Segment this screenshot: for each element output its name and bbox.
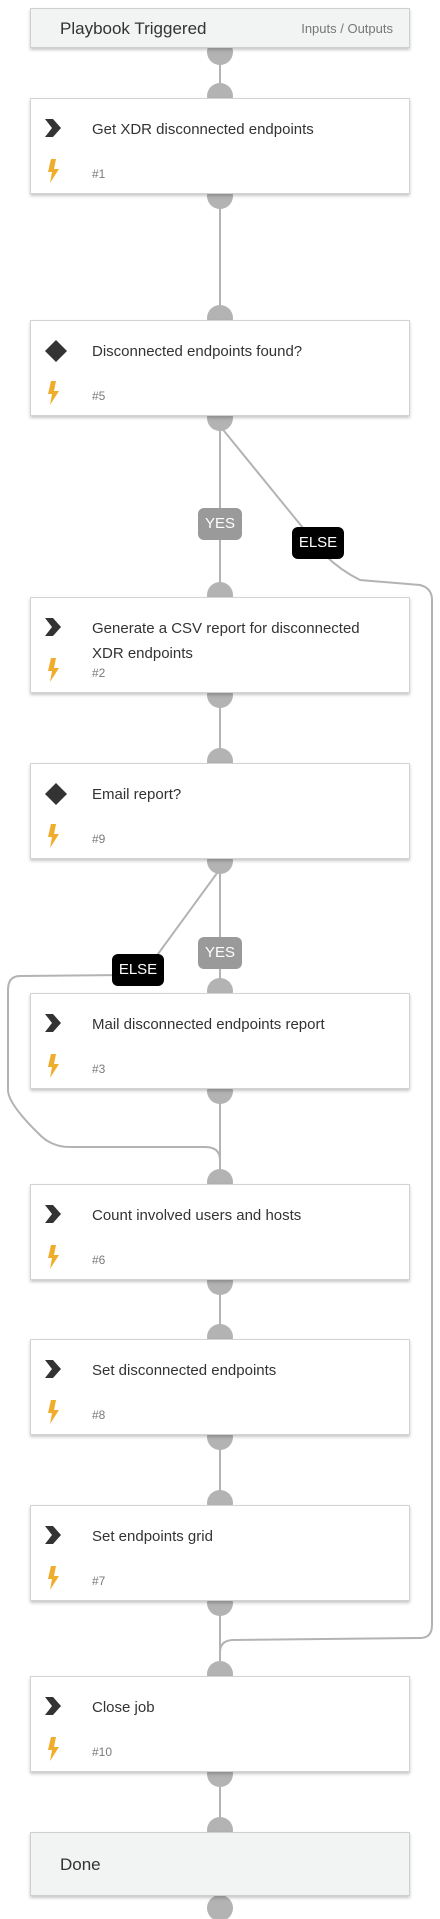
playbook-triggered-node[interactable]: Playbook Triggered Inputs / Outputs <box>30 8 410 48</box>
task-node-disconnected-found[interactable]: Disconnected endpoints found? #5 <box>30 320 410 416</box>
chevron-icon <box>45 1014 61 1032</box>
task-number: #2 <box>92 666 106 680</box>
task-node-close-job[interactable]: Close job #10 <box>30 1676 410 1772</box>
task-number: #1 <box>92 167 106 181</box>
task-title: Get XDR disconnected endpoints <box>92 121 314 138</box>
else-branch-label: ELSE <box>292 527 344 559</box>
task-node-set-grid[interactable]: Set endpoints grid #7 <box>30 1505 410 1601</box>
task-title: Set disconnected endpoints <box>92 1362 277 1379</box>
diamond-icon <box>45 340 67 362</box>
task-title: Email report? <box>92 786 182 803</box>
task-title: Set endpoints grid <box>92 1528 213 1545</box>
task-number: #8 <box>92 1408 106 1422</box>
task-node-generate-csv[interactable]: Generate a CSV report for disconnected X… <box>30 597 410 693</box>
task-node-mail-report[interactable]: Mail disconnected endpoints report #3 <box>30 993 410 1089</box>
task-title: Generate a CSV report for disconnected X… <box>92 620 360 662</box>
bolt-icon <box>48 1400 59 1424</box>
task-node-count-users[interactable]: Count involved users and hosts #6 <box>30 1184 410 1280</box>
chevron-icon <box>45 119 61 137</box>
inputs-outputs-link[interactable]: Inputs / Outputs <box>301 9 393 49</box>
bolt-icon <box>48 381 59 405</box>
task-title: Disconnected endpoints found? <box>92 343 303 360</box>
output-port[interactable] <box>207 1895 233 1919</box>
chevron-icon <box>45 1697 61 1715</box>
chevron-icon <box>45 1526 61 1544</box>
task-title: Close job <box>92 1699 155 1716</box>
else-branch-label: ELSE <box>112 954 164 986</box>
chevron-icon <box>45 1205 61 1223</box>
task-number: #3 <box>92 1062 106 1076</box>
chevron-icon <box>45 1360 61 1378</box>
bolt-icon <box>48 1054 59 1078</box>
bolt-icon <box>48 658 59 682</box>
playbook-canvas: Playbook Triggered Inputs / Outputs Get … <box>0 0 440 1919</box>
task-number: #9 <box>92 832 106 846</box>
done-node[interactable]: Done <box>30 1832 410 1896</box>
task-number: #10 <box>92 1745 113 1759</box>
bolt-icon <box>48 1566 59 1590</box>
bolt-icon <box>48 824 59 848</box>
task-title: Mail disconnected endpoints report <box>92 1016 325 1033</box>
task-node-set-disconnected[interactable]: Set disconnected endpoints #8 <box>30 1339 410 1435</box>
chevron-icon <box>45 618 61 636</box>
yes-branch-label: YES <box>198 508 242 540</box>
bolt-icon <box>48 159 59 183</box>
bolt-icon <box>48 1245 59 1269</box>
task-number: #7 <box>92 1574 106 1588</box>
task-title: Count involved users and hosts <box>92 1207 302 1224</box>
diamond-icon <box>45 783 67 805</box>
task-number: #5 <box>92 389 106 403</box>
yes-branch-label: YES <box>198 937 242 969</box>
task-node-email-report[interactable]: Email report? #9 <box>30 763 410 859</box>
task-number: #6 <box>92 1253 106 1267</box>
task-node-get-xdr[interactable]: Get XDR disconnected endpoints #1 <box>30 98 410 194</box>
done-title: Done <box>60 1855 101 1874</box>
bolt-icon <box>48 1737 59 1761</box>
